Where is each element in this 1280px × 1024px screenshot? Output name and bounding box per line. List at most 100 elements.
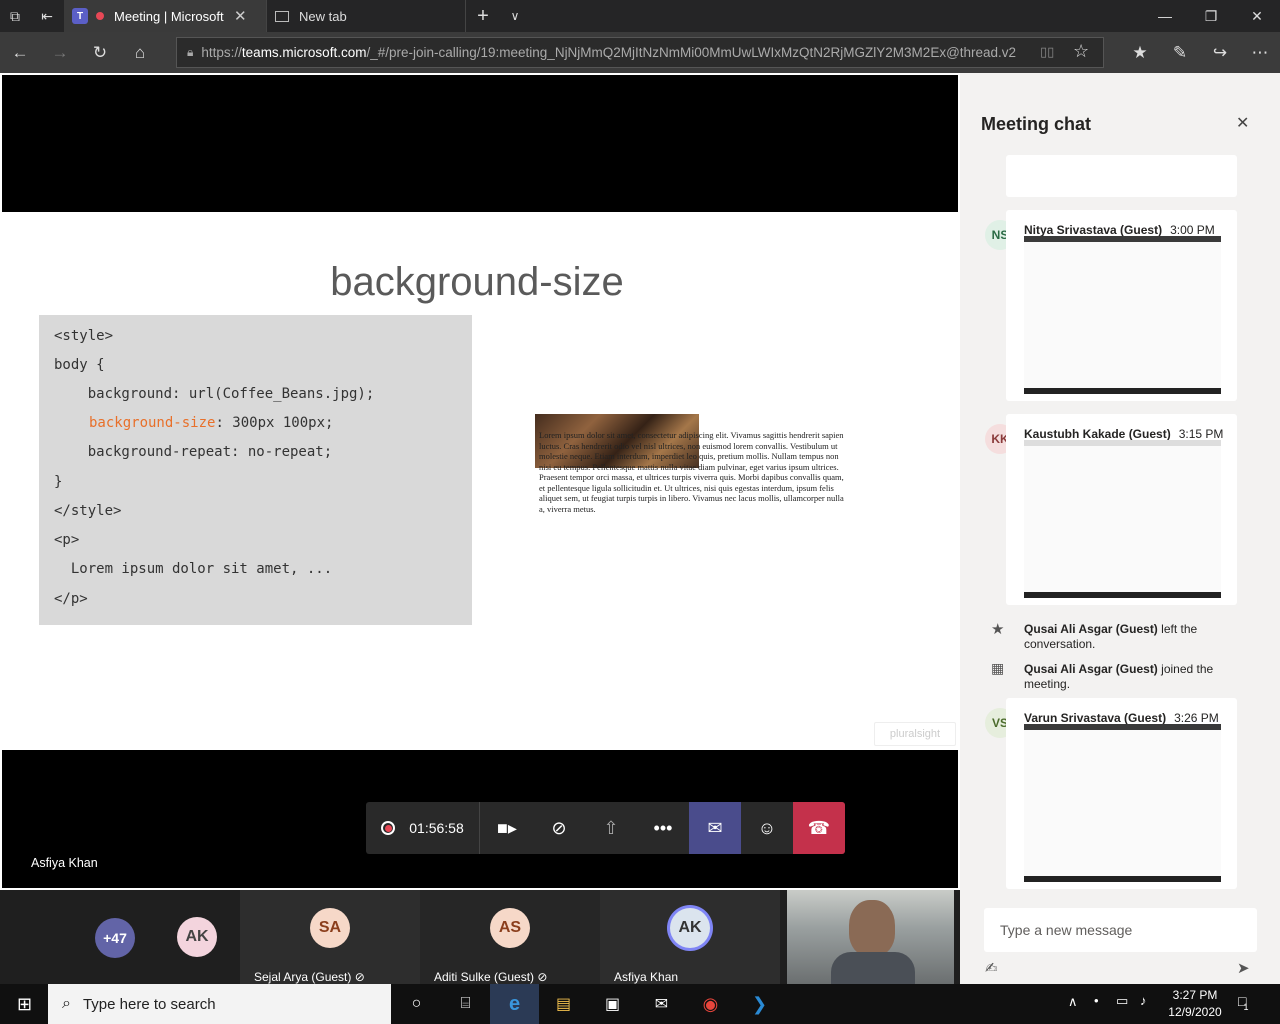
add-tab-icon[interactable]: + xyxy=(468,0,498,32)
code-line: background: url(Coffee_Beans.jpg); xyxy=(54,386,375,402)
participant-name-text: Aditi Sulke (Guest) xyxy=(434,970,535,984)
screenshot-thumbnail[interactable] xyxy=(1024,724,1221,882)
hang-up-icon: ☎ xyxy=(807,817,831,838)
edge-app-icon[interactable]: e xyxy=(490,984,539,1024)
windows-start-icon[interactable]: ⊞ xyxy=(0,984,49,1024)
call-controls: 01:56:58 ■▸ ⊘ ⇧ ••• ✉ ☺ ☎ xyxy=(366,802,845,854)
show-hidden-icons[interactable]: ∧ xyxy=(1068,994,1078,1010)
network-icon[interactable]: ▭ xyxy=(1116,993,1128,1009)
camera-icon: ■▸ xyxy=(497,817,517,838)
taskbar-clock[interactable]: 3:27 PM 12/9/2020 xyxy=(1160,987,1230,1021)
people-icon: ☺ xyxy=(757,817,777,838)
camera-button[interactable]: ■▸ xyxy=(481,802,533,854)
tab-manager-icon[interactable]: ⧉ xyxy=(0,0,30,32)
action-center-icon[interactable]: □1 xyxy=(1238,993,1251,1012)
chrome-icon[interactable]: ◉ xyxy=(686,984,735,1024)
participant-tile[interactable]: SA Sejal Arya (Guest) ⊘ xyxy=(240,890,420,984)
vscode-icon[interactable]: ❯ xyxy=(735,984,784,1024)
url-path: /_#/pre-join-calling/19:meeting_NjNjMmQ2… xyxy=(366,45,1017,60)
participant-tile-speaking[interactable]: AK Asfiya Khan xyxy=(600,890,780,984)
tabs-aside-icon[interactable]: ⇤ xyxy=(32,0,62,32)
more-icon[interactable]: ⋯ xyxy=(1240,32,1280,73)
person-shoulders xyxy=(831,952,915,984)
cortana-icon[interactable]: ○ xyxy=(392,984,441,1024)
chevron-down-icon[interactable]: ∨ xyxy=(500,0,530,32)
message-author: Varun Srivastava (Guest) xyxy=(1024,711,1167,725)
participant-name-text: Sejal Arya (Guest) xyxy=(254,970,352,984)
search-icon: ⌕ xyxy=(62,995,71,1012)
participant-avatar: AK xyxy=(177,917,217,957)
store-icon[interactable]: ▣ xyxy=(588,984,637,1024)
mic-off-icon: ⊘ xyxy=(537,970,548,984)
back-icon[interactable]: ← xyxy=(0,32,40,73)
participant-avatar: AK xyxy=(670,908,710,948)
chat-icon: ✉ xyxy=(707,817,723,838)
lock-icon: 🔒︎ xyxy=(187,45,194,59)
participant-name: Asfiya Khan xyxy=(614,970,679,984)
overflow-participants-button[interactable]: +47 xyxy=(95,918,135,958)
show-chat-button[interactable]: ✉ xyxy=(689,802,741,854)
screenshot-thumbnail[interactable] xyxy=(1024,236,1221,394)
more-dots-icon: ••• xyxy=(653,817,673,838)
share-screen-button[interactable]: ⇧ xyxy=(585,802,637,854)
tab-new[interactable]: New tab xyxy=(266,0,466,32)
microphone-tray-icon[interactable]: • xyxy=(1094,993,1099,1008)
close-window-icon[interactable]: ✕ xyxy=(1234,0,1280,32)
volume-icon[interactable]: ♪ xyxy=(1140,993,1147,1008)
send-icon[interactable]: ➤ xyxy=(1237,959,1250,977)
demo-paragraph: Lorem ipsum dolor sit amet, consectetur … xyxy=(539,430,844,514)
forward-icon[interactable]: → xyxy=(40,32,80,73)
message-time: 3:26 PM xyxy=(1174,711,1219,725)
record-icon xyxy=(381,821,396,835)
code-line: background-repeat: no-repeat; xyxy=(54,444,333,460)
search-placeholder: Type here to search xyxy=(82,995,216,1013)
chat-message-card: Varun Srivastava (Guest) 3:26 PM xyxy=(1006,698,1237,889)
screenshot-thumbnail[interactable] xyxy=(1024,440,1221,598)
address-bar[interactable]: 🔒︎ https://teams.microsoft.com/_#/pre-jo… xyxy=(176,37,1104,68)
file-explorer-icon[interactable]: ▤ xyxy=(539,984,588,1024)
tab-meeting[interactable]: T Meeting | Microsoft ✕ xyxy=(64,0,266,32)
code-line: body { xyxy=(54,357,105,373)
presenter-name: Asfiya Khan xyxy=(31,856,98,870)
participants-button[interactable]: ☺ xyxy=(741,802,793,854)
favorite-star-icon[interactable]: ☆ xyxy=(1073,41,1089,62)
chat-message-card: Nitya Srivastava (Guest) 3:00 PM xyxy=(1006,210,1237,401)
code-line: </p> xyxy=(54,591,88,607)
share-icon[interactable]: ↪ xyxy=(1200,32,1240,73)
reading-view-icon[interactable]: ▯▯ xyxy=(1040,44,1060,62)
compose-message-input[interactable]: Type a new message xyxy=(984,908,1257,952)
mute-button[interactable]: ⊘ xyxy=(533,802,585,854)
refresh-icon[interactable]: ↻ xyxy=(80,32,120,73)
close-tab-icon[interactable]: ✕ xyxy=(234,7,247,25)
message-author: Nitya Srivastava (Guest) xyxy=(1024,223,1163,237)
pen-icon[interactable]: ✎ xyxy=(1160,32,1200,73)
mail-icon[interactable]: ✉ xyxy=(637,984,686,1024)
format-icon[interactable]: ✍ xyxy=(985,959,998,977)
participant-name: Aditi Sulke (Guest) ⊘ xyxy=(434,970,547,984)
system-event-left: Qusai Ali Asgar (Guest) left the convers… xyxy=(1024,622,1224,652)
code-line-highlight: background-size: 300px 100px; xyxy=(89,415,333,431)
favorites-icon[interactable]: ★ xyxy=(1120,32,1160,73)
minimize-icon[interactable]: — xyxy=(1142,0,1188,32)
code-line: </style> xyxy=(54,503,122,519)
chat-message-card: Kaustubh Kakade (Guest) 3:15 PM xyxy=(1006,414,1237,605)
person-left-icon: ★ xyxy=(991,621,1005,638)
more-actions-button[interactable]: ••• xyxy=(637,802,689,854)
hang-up-button[interactable]: ☎ xyxy=(793,802,845,854)
participant-name: Sejal Arya (Guest) ⊘ xyxy=(254,970,365,984)
close-chat-icon[interactable]: ✕ xyxy=(1236,113,1249,133)
task-view-icon[interactable]: ⌸ xyxy=(441,984,490,1024)
message-author: Kaustubh Kakade (Guest) xyxy=(1024,427,1171,441)
message-time: 3:15 PM xyxy=(1178,427,1224,441)
code-line: <p> xyxy=(54,532,80,548)
participant-tile[interactable]: AS Aditi Sulke (Guest) ⊘ xyxy=(420,890,600,984)
restore-icon[interactable]: ❐ xyxy=(1188,0,1234,32)
person-silhouette xyxy=(849,900,895,956)
system-event-joined: Qusai Ali Asgar (Guest) joined the meeti… xyxy=(1024,662,1224,692)
call-timer: 01:56:58 xyxy=(409,820,464,836)
home-icon[interactable]: ⌂ xyxy=(120,32,160,73)
taskbar-search-box[interactable]: ⌕ Type here to search xyxy=(48,984,391,1024)
code-highlight-keyword: background-size xyxy=(89,415,216,431)
clock-time: 3:27 PM xyxy=(1172,988,1218,1002)
url-scheme: https:// xyxy=(201,45,242,60)
